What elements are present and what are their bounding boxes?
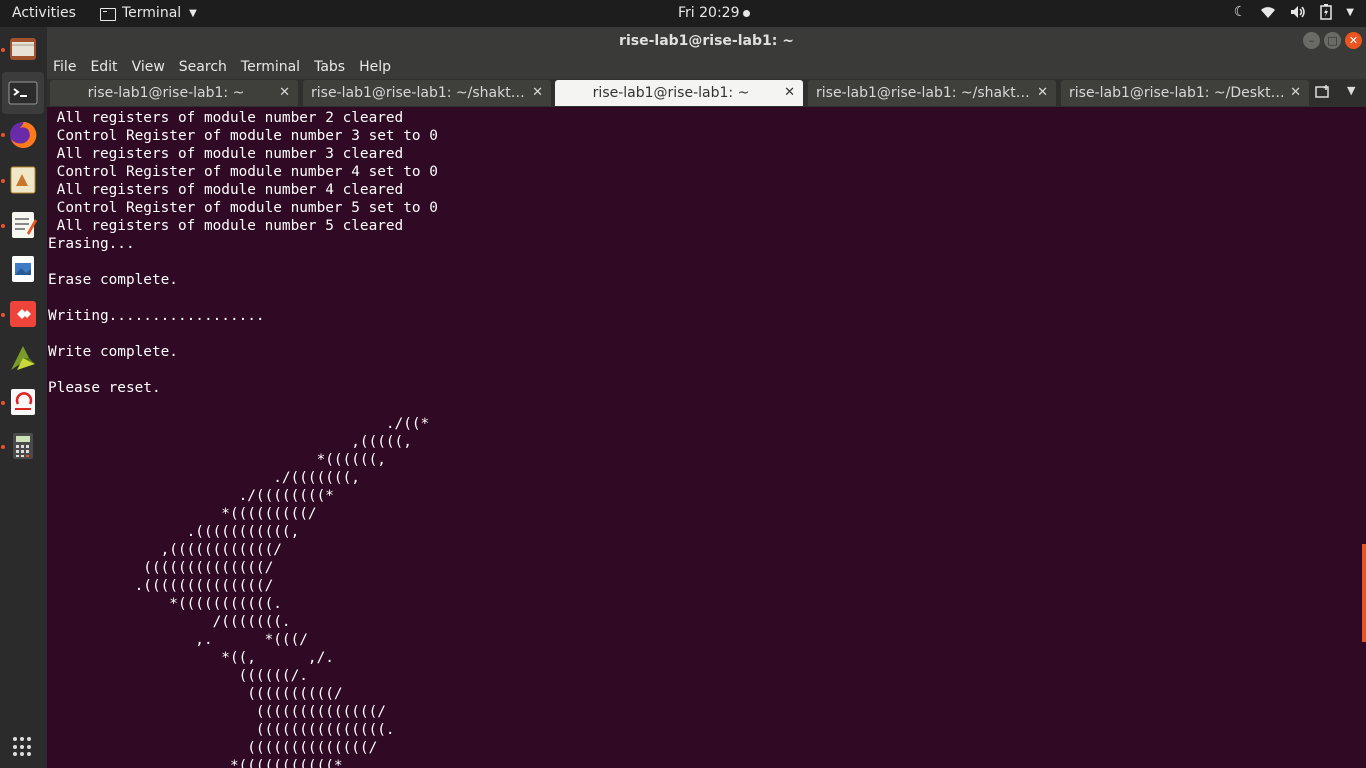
notification-dot-icon: [743, 9, 751, 17]
terminal-view[interactable]: All registers of module number 2 cleared…: [47, 107, 1362, 768]
system-tray[interactable]: ☾ ▼: [1234, 4, 1354, 20]
clock-label: Fri 20:29: [678, 5, 740, 21]
running-indicator: [1, 401, 5, 405]
tab-label: rise-lab1@rise-lab1: ~/shakti-...: [311, 85, 527, 101]
running-indicator: [1, 313, 5, 317]
menu-view[interactable]: View: [132, 59, 172, 75]
tab-label: rise-lab1@rise-lab1: ~/Deskto...: [1069, 85, 1285, 101]
maximize-button[interactable]: □: [1324, 32, 1341, 49]
menu-edit[interactable]: Edit: [90, 59, 124, 75]
eclipse-icon[interactable]: [7, 386, 39, 418]
app-menu-label: Terminal: [122, 5, 182, 21]
window-titlebar[interactable]: rise-lab1@rise-lab1: ~ – □ ✕: [47, 27, 1366, 55]
close-icon[interactable]: ✕: [532, 85, 543, 100]
wifi-icon: [1261, 7, 1276, 18]
new-tab-icon[interactable]: [1315, 84, 1331, 102]
running-indicator: [1, 133, 5, 137]
text-editor-icon[interactable]: [7, 209, 39, 241]
show-applications-icon[interactable]: [13, 737, 33, 757]
chevron-down-icon: ▼: [1346, 6, 1354, 18]
image-viewer-icon[interactable]: [7, 253, 39, 285]
app-menu-button[interactable]: Terminal ▼: [100, 5, 197, 21]
tab-label: rise-lab1@rise-lab1: ~: [87, 85, 245, 101]
tab-bar: rise-lab1@rise-lab1: ~ ✕ rise-lab1@rise-…: [47, 79, 1366, 107]
window-title: rise-lab1@rise-lab1: ~: [619, 33, 794, 49]
scrollbar-thumb[interactable]: [1362, 544, 1366, 642]
close-icon[interactable]: ✕: [1290, 85, 1301, 100]
files-icon[interactable]: [7, 33, 39, 65]
tab-1[interactable]: rise-lab1@rise-lab1: ~ ✕: [50, 80, 298, 106]
moon-icon: ☾: [1233, 4, 1247, 20]
terminal-output: All registers of module number 2 cleared…: [48, 110, 438, 768]
running-indicator: [1, 224, 5, 228]
menu-terminal[interactable]: Terminal: [241, 59, 307, 75]
close-icon[interactable]: ✕: [784, 85, 795, 100]
menu-tabs[interactable]: Tabs: [314, 59, 352, 75]
close-button[interactable]: ✕: [1345, 32, 1362, 49]
tab-2[interactable]: rise-lab1@rise-lab1: ~/shakti-... ✕: [303, 80, 551, 106]
chevron-down-icon: ▼: [189, 7, 197, 19]
volume-icon: [1291, 6, 1306, 18]
battery-icon: [1320, 4, 1333, 20]
clock-button[interactable]: Fri 20:29: [678, 5, 751, 21]
activities-button[interactable]: Activities: [12, 5, 76, 21]
tab-label: rise-lab1@rise-lab1: ~: [592, 85, 750, 101]
close-icon[interactable]: ✕: [1037, 85, 1048, 100]
terminal-icon: [100, 7, 116, 21]
running-indicator: [1, 179, 5, 183]
menu-bar: File Edit View Search Terminal Tabs Help: [47, 55, 1366, 79]
top-bar: Activities Terminal ▼ Fri 20:29 ☾ ▼: [0, 0, 1366, 27]
close-icon[interactable]: ✕: [279, 85, 290, 100]
menu-help[interactable]: Help: [359, 59, 398, 75]
tab-label: rise-lab1@rise-lab1: ~/shakti-...: [816, 85, 1032, 101]
calculator-icon[interactable]: [7, 430, 39, 462]
vivado-icon[interactable]: [7, 342, 39, 374]
menu-search[interactable]: Search: [179, 59, 234, 75]
tab-5[interactable]: rise-lab1@rise-lab1: ~/Deskto... ✕: [1061, 80, 1309, 106]
running-indicator: [1, 48, 5, 52]
tab-3-active[interactable]: rise-lab1@rise-lab1: ~ ✕: [555, 80, 803, 106]
terminal-icon[interactable]: [2, 72, 44, 114]
tab-4[interactable]: rise-lab1@rise-lab1: ~/shakti-... ✕: [808, 80, 1056, 106]
minimize-button[interactable]: –: [1303, 32, 1320, 49]
menu-file[interactable]: File: [53, 59, 83, 75]
chevron-down-icon[interactable]: ▼: [1347, 84, 1355, 97]
anydesk-icon[interactable]: [7, 298, 39, 330]
firefox-icon[interactable]: [7, 119, 39, 151]
running-indicator: [1, 445, 5, 449]
draw-icon[interactable]: [7, 164, 39, 196]
scrollbar[interactable]: [1362, 107, 1366, 768]
dock: [0, 27, 47, 768]
